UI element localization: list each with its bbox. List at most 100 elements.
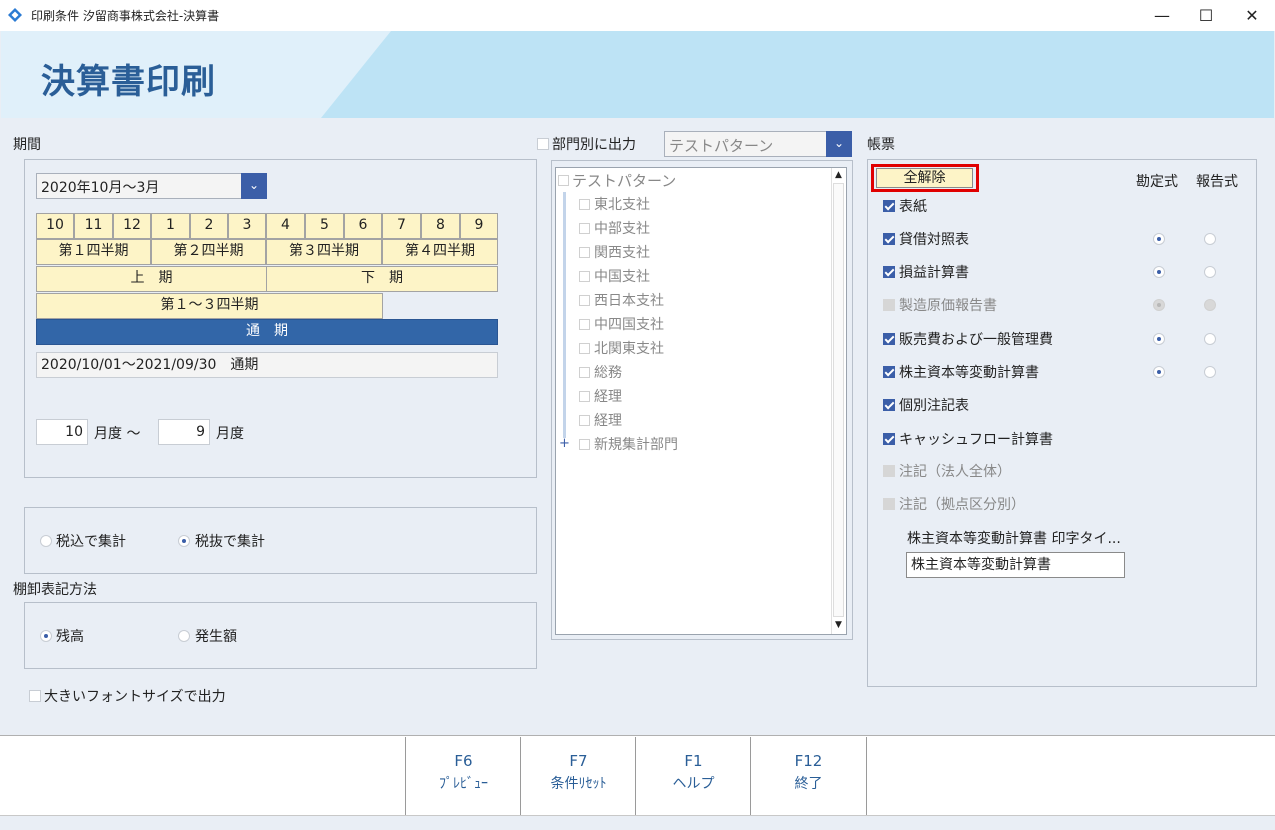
- form-label[interactable]: 株主資本等変動計算書: [899, 362, 1039, 382]
- tree-root-checkbox[interactable]: [558, 175, 569, 186]
- from-month-input[interactable]: 10: [36, 419, 88, 445]
- tree-item-checkbox[interactable]: [579, 343, 590, 354]
- period-month-10[interactable]: 10: [36, 213, 74, 239]
- tree-item-checkbox[interactable]: [579, 223, 590, 234]
- tax-incl-radio[interactable]: [40, 535, 52, 547]
- tree-item-checkbox[interactable]: [579, 415, 590, 426]
- inventory-amount-label[interactable]: 発生額: [195, 626, 237, 646]
- tree-item-checkbox[interactable]: [579, 439, 590, 450]
- tree-item-checkbox[interactable]: [579, 295, 590, 306]
- tree-item-checkbox[interactable]: [579, 319, 590, 330]
- kanjou-radio[interactable]: [1153, 333, 1165, 345]
- tree-item[interactable]: 中四国支社: [594, 314, 664, 334]
- period-month-2[interactable]: 2: [190, 213, 228, 239]
- form-checkbox[interactable]: [883, 333, 895, 345]
- period-month-9[interactable]: 9: [460, 213, 498, 239]
- form-checkbox: [883, 465, 895, 477]
- tax-excl-radio[interactable]: [178, 535, 190, 547]
- inventory-balance-radio[interactable]: [40, 630, 52, 642]
- tree-item[interactable]: 北関東支社: [594, 338, 664, 358]
- form-checkbox[interactable]: [883, 366, 895, 378]
- kanjou-radio[interactable]: [1153, 366, 1165, 378]
- close-button[interactable]: ✕: [1229, 0, 1275, 31]
- form-checkbox[interactable]: [883, 433, 895, 445]
- houkoku-radio[interactable]: [1204, 366, 1216, 378]
- tree-item[interactable]: 経理: [594, 410, 622, 430]
- period-month-7[interactable]: 7: [382, 213, 421, 239]
- houkoku-radio[interactable]: [1204, 233, 1216, 245]
- period-month-4[interactable]: 4: [266, 213, 305, 239]
- kanjou-radio[interactable]: [1153, 266, 1165, 278]
- tree-item[interactable]: 新規集計部門: [594, 434, 678, 454]
- large-font-label[interactable]: 大きいフォントサイズで出力: [44, 686, 226, 706]
- fkey-f6-button[interactable]: F6 ﾌﾟﾚﾋﾞｭｰ: [405, 737, 521, 815]
- form-checkbox[interactable]: [883, 233, 895, 245]
- period-select[interactable]: 2020年10月～3月 ⌄: [36, 173, 267, 199]
- period-month-8[interactable]: 8: [421, 213, 460, 239]
- chevron-down-icon[interactable]: ⌄: [826, 131, 852, 157]
- tax-incl-label[interactable]: 税込で集計: [56, 531, 126, 551]
- period-quarter-4[interactable]: 第４四半期: [382, 239, 498, 265]
- chevron-down-icon[interactable]: ⌄: [241, 173, 267, 199]
- period-month-3[interactable]: 3: [228, 213, 266, 239]
- fkey-f12-button[interactable]: F12 終了: [750, 737, 866, 815]
- pattern-select[interactable]: テストパターン ⌄: [664, 131, 852, 157]
- form-label[interactable]: 損益計算書: [899, 262, 969, 282]
- period-month-1[interactable]: 1: [151, 213, 190, 239]
- kanjou-radio[interactable]: [1153, 233, 1165, 245]
- tree-item-checkbox[interactable]: [579, 247, 590, 258]
- period-first-half[interactable]: 上 期: [36, 266, 267, 292]
- form-checkbox[interactable]: [883, 266, 895, 278]
- minimize-button[interactable]: —: [1139, 0, 1185, 31]
- tax-excl-label[interactable]: 税抜で集計: [195, 531, 265, 551]
- form-label[interactable]: 個別注記表: [899, 395, 969, 415]
- form-label[interactable]: キャッシュフロー計算書: [899, 429, 1053, 449]
- period-quarter-1[interactable]: 第１四半期: [36, 239, 151, 265]
- tree-item-checkbox[interactable]: [579, 391, 590, 402]
- form-label[interactable]: 表紙: [899, 196, 927, 216]
- large-font-checkbox[interactable]: [29, 690, 41, 702]
- period-month-12[interactable]: 12: [113, 213, 151, 239]
- inventory-amount-radio[interactable]: [178, 630, 190, 642]
- form-checkbox[interactable]: [883, 399, 895, 411]
- department-output-checkbox[interactable]: [537, 138, 549, 150]
- period-quarter-3[interactable]: 第３四半期: [266, 239, 382, 265]
- tree-item-checkbox[interactable]: [579, 199, 590, 210]
- tree-item[interactable]: 中部支社: [594, 218, 650, 238]
- period-month-11[interactable]: 11: [74, 213, 113, 239]
- houkoku-radio[interactable]: [1204, 333, 1216, 345]
- period-q1-q3[interactable]: 第１～３四半期: [36, 293, 383, 319]
- tree-item[interactable]: 関西支社: [594, 242, 650, 262]
- to-month-input[interactable]: 9: [158, 419, 210, 445]
- period-second-half[interactable]: 下 期: [266, 266, 498, 292]
- form-checkbox[interactable]: [883, 200, 895, 212]
- tree-item[interactable]: 経理: [594, 386, 622, 406]
- form-label[interactable]: 販売費および一般管理費: [899, 329, 1053, 349]
- fkey-code: F6: [454, 752, 473, 770]
- fkey-f7-button[interactable]: F7 条件ﾘｾｯﾄ: [520, 737, 636, 815]
- print-title-input[interactable]: 株主資本等変動計算書: [906, 552, 1125, 578]
- tree-item[interactable]: 中国支社: [594, 266, 650, 286]
- tree-item[interactable]: 総務: [594, 362, 622, 382]
- period-quarter-2[interactable]: 第２四半期: [151, 239, 266, 265]
- inventory-balance-label[interactable]: 残高: [56, 626, 84, 646]
- tree-item[interactable]: 西日本支社: [594, 290, 664, 310]
- department-output-label[interactable]: 部門別に出力: [552, 134, 636, 154]
- houkoku-radio[interactable]: [1204, 266, 1216, 278]
- scroll-thumb[interactable]: [833, 183, 844, 617]
- tree-item-checkbox[interactable]: [579, 367, 590, 378]
- period-full-year[interactable]: 通 期: [36, 319, 498, 345]
- fkey-f1-button[interactable]: F1 ヘルプ: [635, 737, 751, 815]
- tree-item-checkbox[interactable]: [579, 271, 590, 282]
- expand-plus-icon[interactable]: +: [559, 436, 570, 451]
- maximize-button[interactable]: ☐: [1183, 0, 1229, 31]
- form-label[interactable]: 貸借対照表: [899, 229, 969, 249]
- inventory-section-label: 棚卸表記方法: [13, 582, 97, 598]
- scroll-up-icon[interactable]: ▲: [833, 169, 844, 181]
- period-month-5[interactable]: 5: [305, 213, 344, 239]
- tree-root-label[interactable]: テストパターン: [572, 170, 676, 191]
- period-month-6[interactable]: 6: [344, 213, 382, 239]
- tree-item[interactable]: 東北支社: [594, 194, 650, 214]
- clear-all-button[interactable]: 全解除: [876, 168, 973, 188]
- scroll-down-icon[interactable]: ▼: [833, 619, 844, 631]
